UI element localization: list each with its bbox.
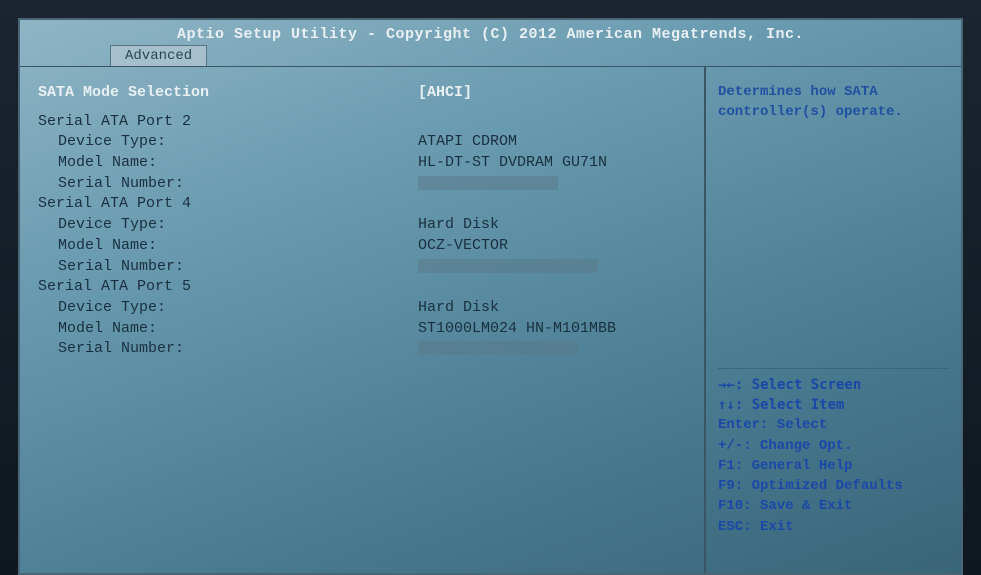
- bios-screen: Aptio Setup Utility - Copyright (C) 2012…: [18, 18, 963, 575]
- device-type-value: Hard Disk: [418, 215, 686, 236]
- nav-f10: F10: Save & Exit: [718, 496, 949, 516]
- port2-header: Serial ATA Port 2: [38, 112, 418, 133]
- sata-mode-selection[interactable]: SATA Mode Selection [AHCI]: [38, 83, 686, 104]
- port5-device-type-row: Device Type: Hard Disk: [38, 298, 686, 319]
- title-bar: Aptio Setup Utility - Copyright (C) 2012…: [20, 20, 961, 45]
- serial-label: Serial Number:: [38, 339, 418, 360]
- nav-select-item: ↑↓: Select Item: [718, 395, 949, 415]
- port2-serial-row: Serial Number:: [38, 174, 686, 195]
- redacted-serial: [418, 176, 558, 190]
- model-value: OCZ-VECTOR: [418, 236, 686, 257]
- port5-header: Serial ATA Port 5: [38, 277, 418, 298]
- nav-f9: F9: Optimized Defaults: [718, 476, 949, 496]
- main-panel: SATA Mode Selection [AHCI] Serial ATA Po…: [20, 67, 706, 573]
- serial-value: [418, 174, 686, 195]
- device-type-label: Device Type:: [38, 132, 418, 153]
- nav-change: +/-: Change Opt.: [718, 436, 949, 456]
- serial-value: [418, 257, 686, 278]
- serial-label: Serial Number:: [38, 257, 418, 278]
- device-type-label: Device Type:: [38, 215, 418, 236]
- tab-row: Advanced: [20, 45, 961, 66]
- port2-device-type-row: Device Type: ATAPI CDROM: [38, 132, 686, 153]
- port4-serial-row: Serial Number:: [38, 257, 686, 278]
- port5-model-row: Model Name: ST1000LM024 HN-M101MBB: [38, 319, 686, 340]
- model-label: Model Name:: [38, 153, 418, 174]
- nav-esc: ESC: Exit: [718, 517, 949, 537]
- redacted-serial: [418, 259, 598, 273]
- sata-mode-value: [AHCI]: [418, 83, 686, 104]
- serial-value: [418, 339, 686, 360]
- model-value: HL-DT-ST DVDRAM GU71N: [418, 153, 686, 174]
- port-header: Serial ATA Port 4: [38, 194, 686, 215]
- tab-advanced[interactable]: Advanced: [110, 45, 207, 66]
- serial-label: Serial Number:: [38, 174, 418, 195]
- nav-enter: Enter: Select: [718, 415, 949, 435]
- port4-model-row: Model Name: OCZ-VECTOR: [38, 236, 686, 257]
- port-header: Serial ATA Port 2: [38, 112, 686, 133]
- nav-help: →←: Select Screen ↑↓: Select Item Enter:…: [718, 368, 949, 537]
- side-panel: Determines how SATA controller(s) operat…: [706, 67, 961, 573]
- model-label: Model Name:: [38, 236, 418, 257]
- port-header: Serial ATA Port 5: [38, 277, 686, 298]
- help-text: Determines how SATA controller(s) operat…: [718, 83, 949, 122]
- device-type-label: Device Type:: [38, 298, 418, 319]
- port5-serial-row: Serial Number:: [38, 339, 686, 360]
- model-value: ST1000LM024 HN-M101MBB: [418, 319, 686, 340]
- nav-select-screen: →←: Select Screen: [718, 375, 949, 395]
- port4-device-type-row: Device Type: Hard Disk: [38, 215, 686, 236]
- port4-header: Serial ATA Port 4: [38, 194, 418, 215]
- content-area: SATA Mode Selection [AHCI] Serial ATA Po…: [20, 66, 961, 573]
- model-label: Model Name:: [38, 319, 418, 340]
- sata-mode-label: SATA Mode Selection: [38, 83, 418, 104]
- nav-f1: F1: General Help: [718, 456, 949, 476]
- device-type-value: ATAPI CDROM: [418, 132, 686, 153]
- separator: [718, 368, 949, 369]
- port2-model-row: Model Name: HL-DT-ST DVDRAM GU71N: [38, 153, 686, 174]
- device-type-value: Hard Disk: [418, 298, 686, 319]
- redacted-serial: [418, 341, 578, 355]
